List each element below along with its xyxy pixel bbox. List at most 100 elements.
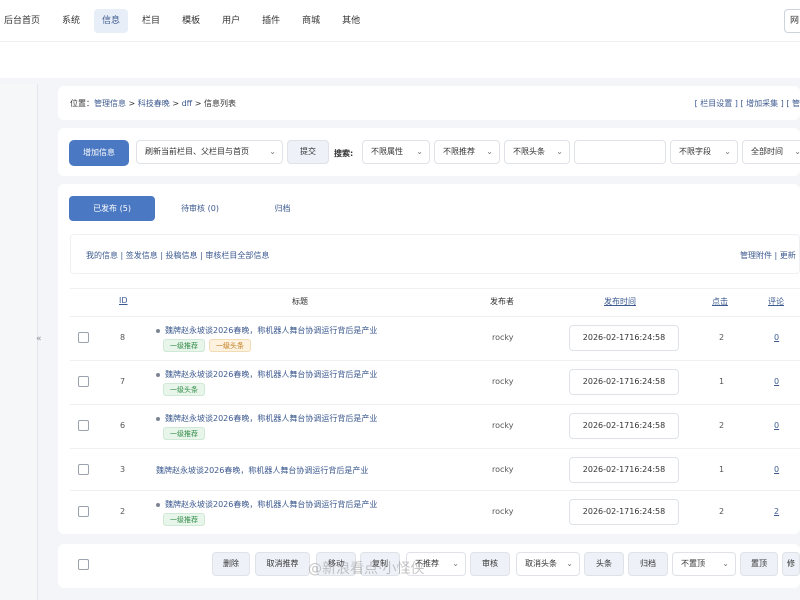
row-comments-link[interactable]: 0 bbox=[774, 421, 779, 430]
row-checkbox[interactable] bbox=[78, 506, 89, 517]
row-comments-link[interactable]: 0 bbox=[774, 333, 779, 342]
attribute-select[interactable]: 不限属性 ⌄ bbox=[362, 140, 430, 164]
nav-item[interactable]: 插件 bbox=[254, 9, 288, 33]
manage-link[interactable]: [ 管 bbox=[786, 99, 800, 108]
row-title-link[interactable]: 魏牌赵永坡谈2026春晚，称机器人舞台协调运行背后是产业 bbox=[156, 325, 377, 336]
refresh-scope-select[interactable]: 刷新当前栏目、父栏目与首页 ⌄ bbox=[136, 140, 283, 164]
tab-archive[interactable]: 归档 bbox=[255, 196, 310, 221]
row-title-text[interactable]: 魏牌赵永坡谈2026春晚，称机器人舞台协调运行背后是产业 bbox=[165, 500, 377, 509]
table-header-bg bbox=[70, 288, 800, 316]
column-header-publisher: 发布者 bbox=[490, 297, 514, 306]
breadcrumb-item[interactable]: 管理信息 bbox=[94, 99, 126, 108]
row-title-text[interactable]: 魏牌赵永坡谈2026春晚，称机器人舞台协调运行背后是产业 bbox=[165, 370, 377, 379]
row-checkbox[interactable] bbox=[78, 420, 89, 431]
edit-button[interactable]: 修 bbox=[782, 552, 800, 576]
row-title-text[interactable]: 魏牌赵永坡谈2026春晚，称机器人舞台协调运行背后是产业 bbox=[165, 414, 377, 423]
field-select[interactable]: 不限字段 ⌄ bbox=[670, 140, 738, 164]
row-clicks: 2 bbox=[719, 421, 725, 430]
nav-item[interactable]: 后台首页 bbox=[0, 9, 48, 33]
tab-published[interactable]: 已发布 (5) bbox=[69, 196, 155, 221]
breadcrumb-item[interactable]: 科技春晚 bbox=[138, 99, 170, 108]
add-info-button[interactable]: 增加信息 bbox=[69, 140, 129, 166]
row-title-link[interactable]: 魏牌赵永坡谈2026春晚，称机器人舞台协调运行背后是产业 bbox=[156, 499, 377, 510]
row-title-link[interactable]: 魏牌赵永坡谈2026春晚，称机器人舞台协调运行背后是产业 bbox=[156, 413, 377, 424]
nav-item[interactable]: 模板 bbox=[174, 9, 208, 33]
column-header-pubtime[interactable]: 发布时间 bbox=[604, 296, 636, 307]
row-divider bbox=[70, 490, 800, 491]
bullet-icon bbox=[156, 502, 160, 507]
nav-item[interactable]: 用户 bbox=[214, 9, 248, 33]
column-header-id[interactable]: ID bbox=[119, 296, 128, 305]
nav-item[interactable]: 信息 bbox=[94, 8, 129, 33]
row-divider bbox=[70, 448, 800, 449]
recommend-filter-select[interactable]: 不限推荐 ⌄ bbox=[434, 140, 500, 164]
chevron-down-icon: ⌄ bbox=[452, 559, 459, 568]
nav-item[interactable]: 栏目 bbox=[134, 9, 168, 33]
row-title-text[interactable]: 魏牌赵永坡谈2026春晚，称机器人舞台协调运行背后是产业 bbox=[156, 466, 368, 475]
row-divider bbox=[70, 316, 800, 317]
row-divider bbox=[70, 360, 800, 361]
row-clicks: 1 bbox=[719, 377, 725, 386]
user-menu[interactable]: 网 bbox=[784, 9, 800, 33]
bullet-icon bbox=[156, 416, 160, 421]
bullet-icon bbox=[156, 372, 160, 377]
row-divider bbox=[70, 404, 800, 405]
submit-button[interactable]: 提交 bbox=[287, 140, 329, 164]
row-checkbox[interactable] bbox=[78, 376, 89, 387]
cancel-recommend-button[interactable]: 取消推荐 bbox=[255, 552, 310, 576]
breadcrumb-current: 信息列表 bbox=[203, 99, 236, 108]
collapse-sidebar-icon[interactable]: « bbox=[36, 334, 42, 344]
search-input[interactable] bbox=[574, 140, 666, 164]
column-header-comments[interactable]: 评论 bbox=[768, 296, 784, 307]
tab-pending[interactable]: 待审核 (0) bbox=[160, 196, 240, 221]
row-clicks: 2 bbox=[719, 507, 725, 516]
add-collect-link[interactable]: [ 增加采集 ] bbox=[740, 99, 783, 108]
row-comments-link[interactable]: 0 bbox=[774, 465, 779, 474]
nav-item[interactable]: 其他 bbox=[334, 9, 368, 33]
filter-links[interactable]: 我的信息 | 签发信息 | 投稿信息 | 审核栏目全部信息 bbox=[86, 250, 269, 261]
row-pubtime-field[interactable]: 2026-02-1716:24:58 bbox=[569, 499, 679, 525]
column-header-title: 标题 bbox=[292, 297, 308, 306]
column-header-clicks[interactable]: 点击 bbox=[712, 296, 728, 307]
delete-button[interactable]: 删除 bbox=[212, 552, 250, 576]
chevron-down-icon: ⌄ bbox=[416, 147, 423, 156]
row-checkbox[interactable] bbox=[78, 464, 89, 475]
nav-item[interactable]: 系统 bbox=[54, 9, 88, 33]
row-comments-link[interactable]: 0 bbox=[774, 377, 779, 386]
chevron-down-icon: ⌄ bbox=[486, 147, 493, 156]
set-top-button[interactable]: 置顶 bbox=[740, 552, 778, 576]
row-checkbox[interactable] bbox=[78, 332, 89, 343]
row-publisher: rocky bbox=[492, 465, 514, 474]
row-pubtime-field[interactable]: 2026-02-1716:24:58 bbox=[569, 457, 679, 483]
breadcrumb-item[interactable]: dff bbox=[182, 99, 193, 108]
row-id: 3 bbox=[120, 465, 126, 474]
headline-filter-select[interactable]: 不限头条 ⌄ bbox=[504, 140, 570, 164]
top-level-select[interactable]: 不置顶 ⌄ bbox=[672, 552, 736, 576]
select-all-checkbox[interactable] bbox=[78, 559, 89, 570]
chevron-down-icon: ⌄ bbox=[269, 147, 276, 156]
status-badge: 一级头条 bbox=[163, 383, 205, 396]
row-pubtime-field[interactable]: 2026-02-1716:24:58 bbox=[569, 325, 679, 351]
archive-button[interactable]: 归档 bbox=[628, 552, 668, 576]
row-id: 2 bbox=[120, 507, 126, 516]
headline-button[interactable]: 头条 bbox=[584, 552, 624, 576]
column-settings-link[interactable]: [ 栏目设置 ] bbox=[695, 99, 738, 108]
nav-item[interactable]: 商城 bbox=[294, 9, 328, 33]
row-publisher: rocky bbox=[492, 377, 514, 386]
status-badge: 一级推荐 bbox=[163, 427, 205, 440]
chevron-down-icon: ⌄ bbox=[566, 559, 573, 568]
row-title-text[interactable]: 魏牌赵永坡谈2026春晚，称机器人舞台协调运行背后是产业 bbox=[165, 326, 377, 335]
row-title-link[interactable]: 魏牌赵永坡谈2026春晚，称机器人舞台协调运行背后是产业 bbox=[156, 465, 368, 476]
audit-button[interactable]: 审核 bbox=[470, 552, 510, 576]
manage-attachments-link[interactable]: 管理附件 | 更新 bbox=[740, 250, 796, 261]
row-comments-link[interactable]: 2 bbox=[774, 507, 779, 516]
row-id: 7 bbox=[120, 377, 126, 386]
row-title-link[interactable]: 魏牌赵永坡谈2026春晚，称机器人舞台协调运行背后是产业 bbox=[156, 369, 377, 380]
row-pubtime-field[interactable]: 2026-02-1716:24:58 bbox=[569, 413, 679, 439]
time-select[interactable]: 全部时间⌄ bbox=[742, 140, 800, 164]
headline-level-select[interactable]: 取消头条 ⌄ bbox=[516, 552, 580, 576]
status-badge: 一级头条 bbox=[209, 339, 251, 352]
chevron-down-icon: ⌄ bbox=[556, 147, 563, 156]
row-pubtime-field[interactable]: 2026-02-1716:24:58 bbox=[569, 369, 679, 395]
row-clicks: 2 bbox=[719, 333, 725, 342]
